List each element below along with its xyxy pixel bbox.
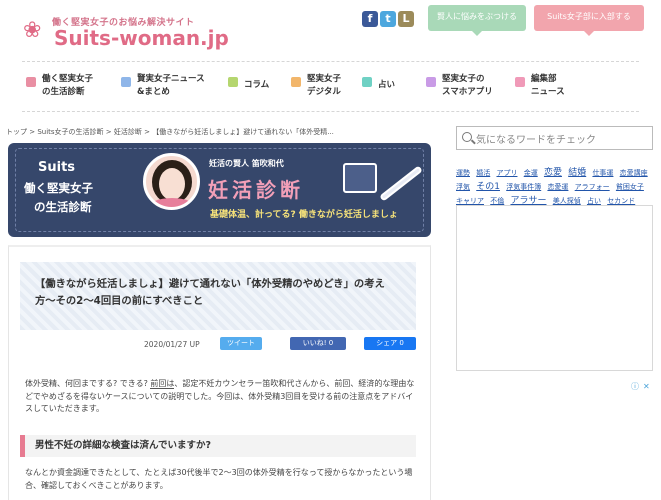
- tag-link[interactable]: 結婚: [568, 168, 586, 178]
- tag-link[interactable]: 浮気: [456, 183, 470, 191]
- tag-link[interactable]: 婚活: [476, 169, 490, 177]
- nav-item-label-line2: スマホアプリ: [442, 87, 493, 97]
- nav-divider-top: [22, 61, 639, 62]
- site-logo-text[interactable]: Suits-woman.jp: [54, 26, 229, 50]
- breadcrumb-item-top[interactable]: トップ: [6, 128, 27, 136]
- previous-article-link[interactable]: 前回は: [150, 379, 175, 389]
- nav-item-label: 堅実女子のスマホアプリ: [442, 73, 493, 99]
- ad-close-icon[interactable]: ✕: [643, 382, 650, 391]
- tag-link[interactable]: 貧困女子: [616, 183, 644, 191]
- banner-author: 妊活の賢人 笛吹和代: [209, 159, 284, 168]
- facebook-icon[interactable]: f: [362, 11, 378, 27]
- banner-title: 妊活診断: [208, 178, 304, 202]
- article-body: なんとか資金調達できたとして、たとえば30代後半で2〜3回の体外受精を行なって授…: [25, 468, 413, 490]
- nav-item-icon: [515, 77, 525, 87]
- section-heading: 男性不妊の詳細な検査は済んでいますか?: [20, 435, 416, 457]
- nav-item-label: コラム: [244, 79, 269, 92]
- banner-subtitle: 基礎体温、計ってる? 働きながら妊活しましょ: [210, 210, 398, 220]
- tag-link[interactable]: 占い: [587, 197, 601, 205]
- tag-link[interactable]: 恋愛運: [547, 183, 568, 191]
- tag-link[interactable]: 恋愛講座: [620, 169, 648, 177]
- search-box[interactable]: 気になるワードをチェック: [456, 126, 653, 150]
- nav-item-label: 賢実女子ニュース &まとめ: [137, 73, 205, 99]
- author-photo: [143, 153, 200, 210]
- nav-item-label-line2: &まとめ: [137, 87, 170, 97]
- tag-link[interactable]: 金運: [524, 169, 538, 177]
- banner-sub2: の生活診断: [34, 200, 92, 214]
- ad-info-icon[interactable]: ⓘ: [631, 382, 639, 391]
- article-intro: 体外受精、何回までする? できる? 前回は、認定不妊カウンセラー笛吹和代さんから…: [25, 378, 417, 416]
- tag-link[interactable]: 仕事運: [592, 169, 613, 177]
- nav-item-icon: [362, 77, 372, 87]
- article-date: 2020/01/27 UP: [144, 340, 200, 349]
- intro-text-a: 体外受精、何回までする? できる?: [25, 379, 151, 388]
- banner-sub1: 働く堅実女子: [24, 181, 93, 195]
- tag-link[interactable]: 浮気事件簿: [506, 183, 541, 191]
- ad-slot[interactable]: [456, 205, 653, 371]
- nav-item-label-line1: コラム: [244, 80, 270, 90]
- tag-link[interactable]: 不倫: [490, 197, 504, 205]
- breadcrumb: トップ > Suits女子の生活診断 > 妊活診断 > 【働きながら妊活しましょ…: [6, 128, 334, 136]
- tag-link[interactable]: アプリ: [496, 169, 517, 177]
- nav-item-label-line1: 占い: [378, 80, 396, 90]
- line-icon[interactable]: L: [398, 11, 414, 27]
- nav-item-label-line1: 堅実女子: [307, 74, 342, 84]
- article-title: 【働きながら妊活しましょ】避けて通れない「体外受精のやめどき」の考え方〜その2〜…: [35, 278, 385, 307]
- share-button[interactable]: シェア 0: [364, 337, 416, 350]
- banner-suits-label: Suits: [38, 160, 76, 175]
- ad-choices[interactable]: ⓘ ✕: [631, 381, 650, 392]
- calendar-icon: [343, 163, 377, 193]
- nav-item-label-line1: 働く堅実女子: [42, 74, 94, 84]
- nav-divider-bottom: [22, 111, 639, 112]
- site-logo[interactable]: ❀: [23, 18, 49, 43]
- nav-item-label: 編集部 ニュース: [531, 73, 565, 99]
- tag-link[interactable]: その1: [476, 182, 500, 192]
- nav-item-label-line1: 賢実女子ニュース: [137, 74, 205, 84]
- nav-item-label-line2: の生活診断: [42, 87, 85, 97]
- nav-item-icon: [426, 77, 436, 87]
- nav-item-label: 堅実女子 デジタル: [307, 73, 341, 99]
- breadcrumb-item-current: 【働きながら妊活しましょ】避けて通れない「体外受精...: [152, 128, 334, 136]
- nav-item-icon: [121, 77, 131, 87]
- nav-item-label-line2: デジタル: [307, 87, 341, 97]
- join-club-button[interactable]: Suits女子部に入部する: [534, 5, 644, 36]
- like-button[interactable]: いいね! 0: [290, 337, 346, 350]
- nav-item-icon: [291, 77, 301, 87]
- ask-sage-button[interactable]: 賢人に悩みをぶつける: [428, 5, 526, 36]
- tag-link[interactable]: アラフォー: [575, 183, 610, 191]
- search-icon: [462, 132, 472, 142]
- tag-link[interactable]: セカンド: [607, 197, 635, 205]
- nav-item-icon: [26, 77, 36, 87]
- breadcrumb-item-category[interactable]: 妊活診断: [114, 128, 142, 136]
- search-placeholder: 気になるワードをチェック: [476, 135, 596, 146]
- tag-cloud: 運勢 婚活 アプリ 金運 恋愛 結婚 仕事運 恋愛講座 浮気 その1 浮気事件簿…: [456, 166, 656, 208]
- nav-item-icon: [228, 77, 238, 87]
- tag-link[interactable]: 美人探偵: [553, 197, 581, 205]
- tag-link[interactable]: キャリア: [456, 197, 484, 205]
- nav-item-label-line2: ニュース: [531, 87, 565, 97]
- tag-link[interactable]: 恋愛: [544, 168, 562, 178]
- tweet-button[interactable]: ツイート: [220, 337, 262, 350]
- nav-item-label-line1: 編集部: [531, 74, 557, 84]
- nav-item-label: 働く堅実女子 の生活診断: [42, 73, 93, 99]
- logo-icon: ❀: [23, 18, 41, 43]
- tag-link[interactable]: 運勢: [456, 169, 470, 177]
- breadcrumb-item-lifestyle[interactable]: Suits女子の生活診断: [37, 128, 103, 136]
- nav-item-label: 占い: [378, 79, 395, 92]
- twitter-icon[interactable]: t: [380, 11, 396, 27]
- nav-item-label-line1: 堅実女子の: [442, 74, 485, 84]
